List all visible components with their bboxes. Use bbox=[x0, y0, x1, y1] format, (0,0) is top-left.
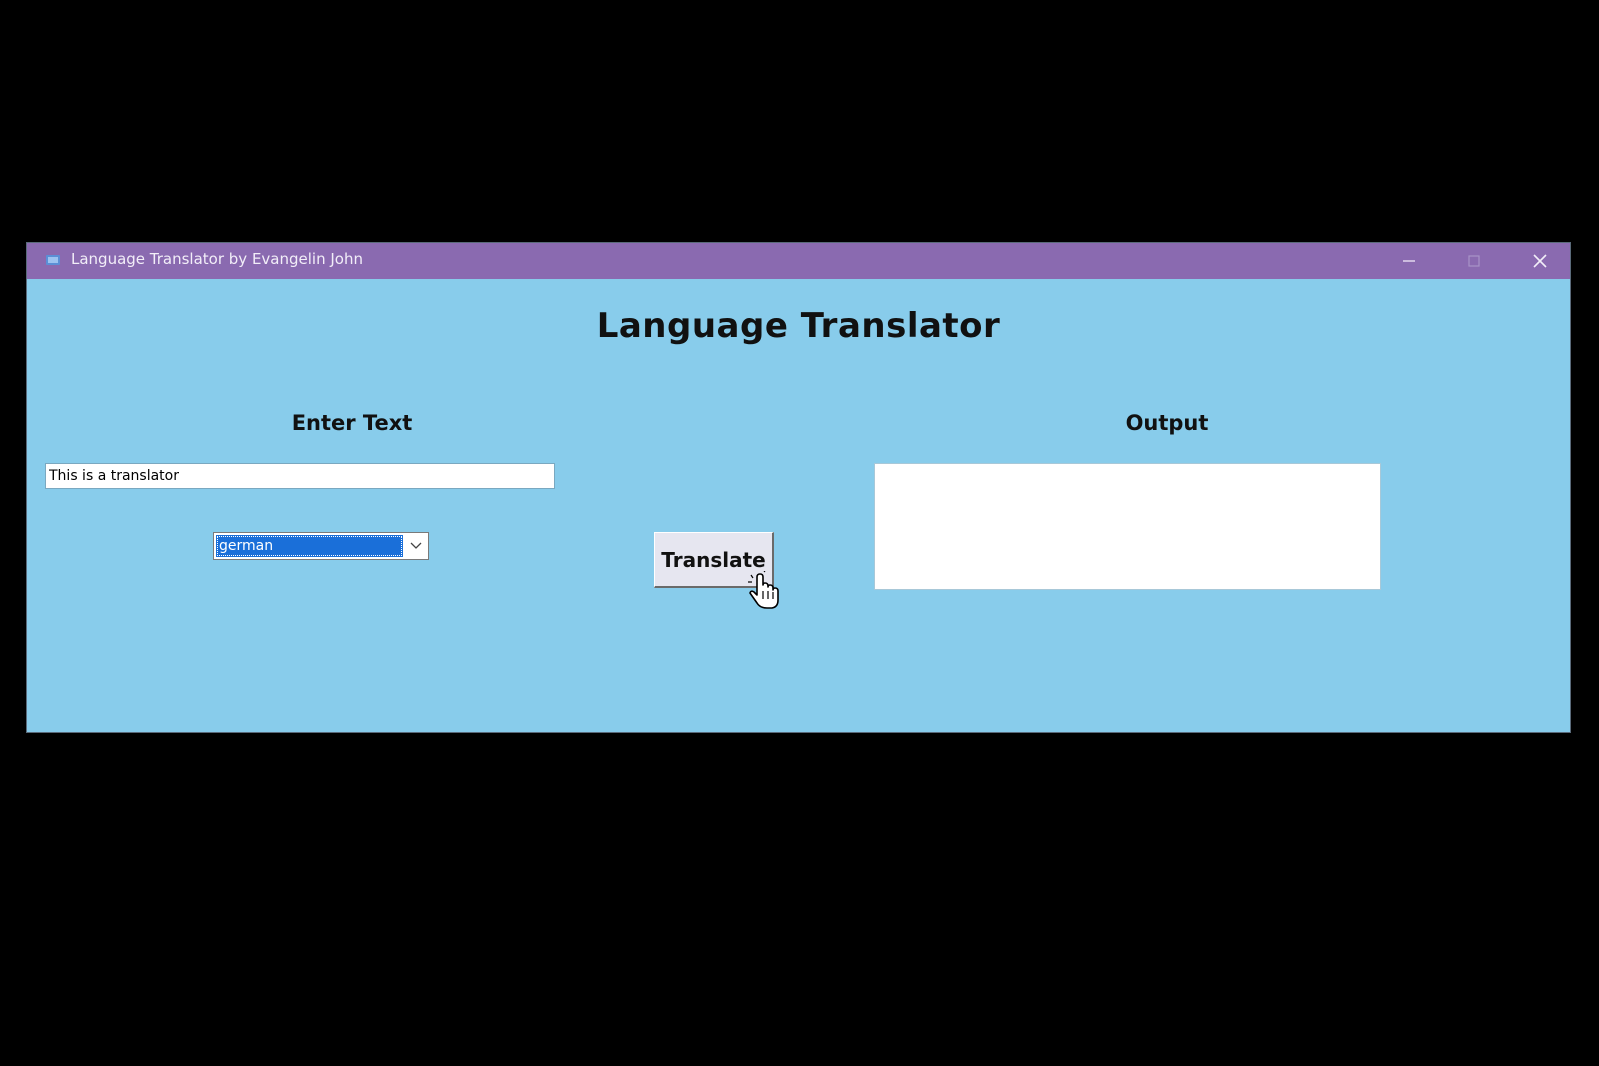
output-text-box[interactable] bbox=[874, 463, 1381, 590]
close-icon bbox=[1533, 254, 1547, 268]
minimize-button[interactable] bbox=[1379, 243, 1439, 279]
maximize-icon bbox=[1468, 255, 1480, 267]
minimize-icon bbox=[1403, 260, 1415, 262]
title-bar[interactable]: Language Translator by Evangelin John bbox=[27, 243, 1570, 279]
source-text-input[interactable] bbox=[45, 463, 555, 489]
language-select[interactable]: german bbox=[213, 532, 429, 560]
dropdown-button[interactable] bbox=[405, 534, 427, 558]
window-title: Language Translator by Evangelin John bbox=[71, 250, 363, 268]
hand-cursor-icon bbox=[748, 571, 779, 609]
close-button[interactable] bbox=[1510, 243, 1570, 279]
page-title: Language Translator bbox=[596, 306, 1001, 346]
language-select-value: german bbox=[216, 535, 403, 557]
app-window: Language Translator by Evangelin John La… bbox=[27, 243, 1570, 732]
chevron-down-icon bbox=[410, 542, 422, 549]
app-icon bbox=[45, 253, 61, 267]
output-label: Output bbox=[1125, 411, 1209, 435]
input-label: Enter Text bbox=[291, 411, 413, 435]
maximize-button[interactable] bbox=[1444, 243, 1504, 279]
